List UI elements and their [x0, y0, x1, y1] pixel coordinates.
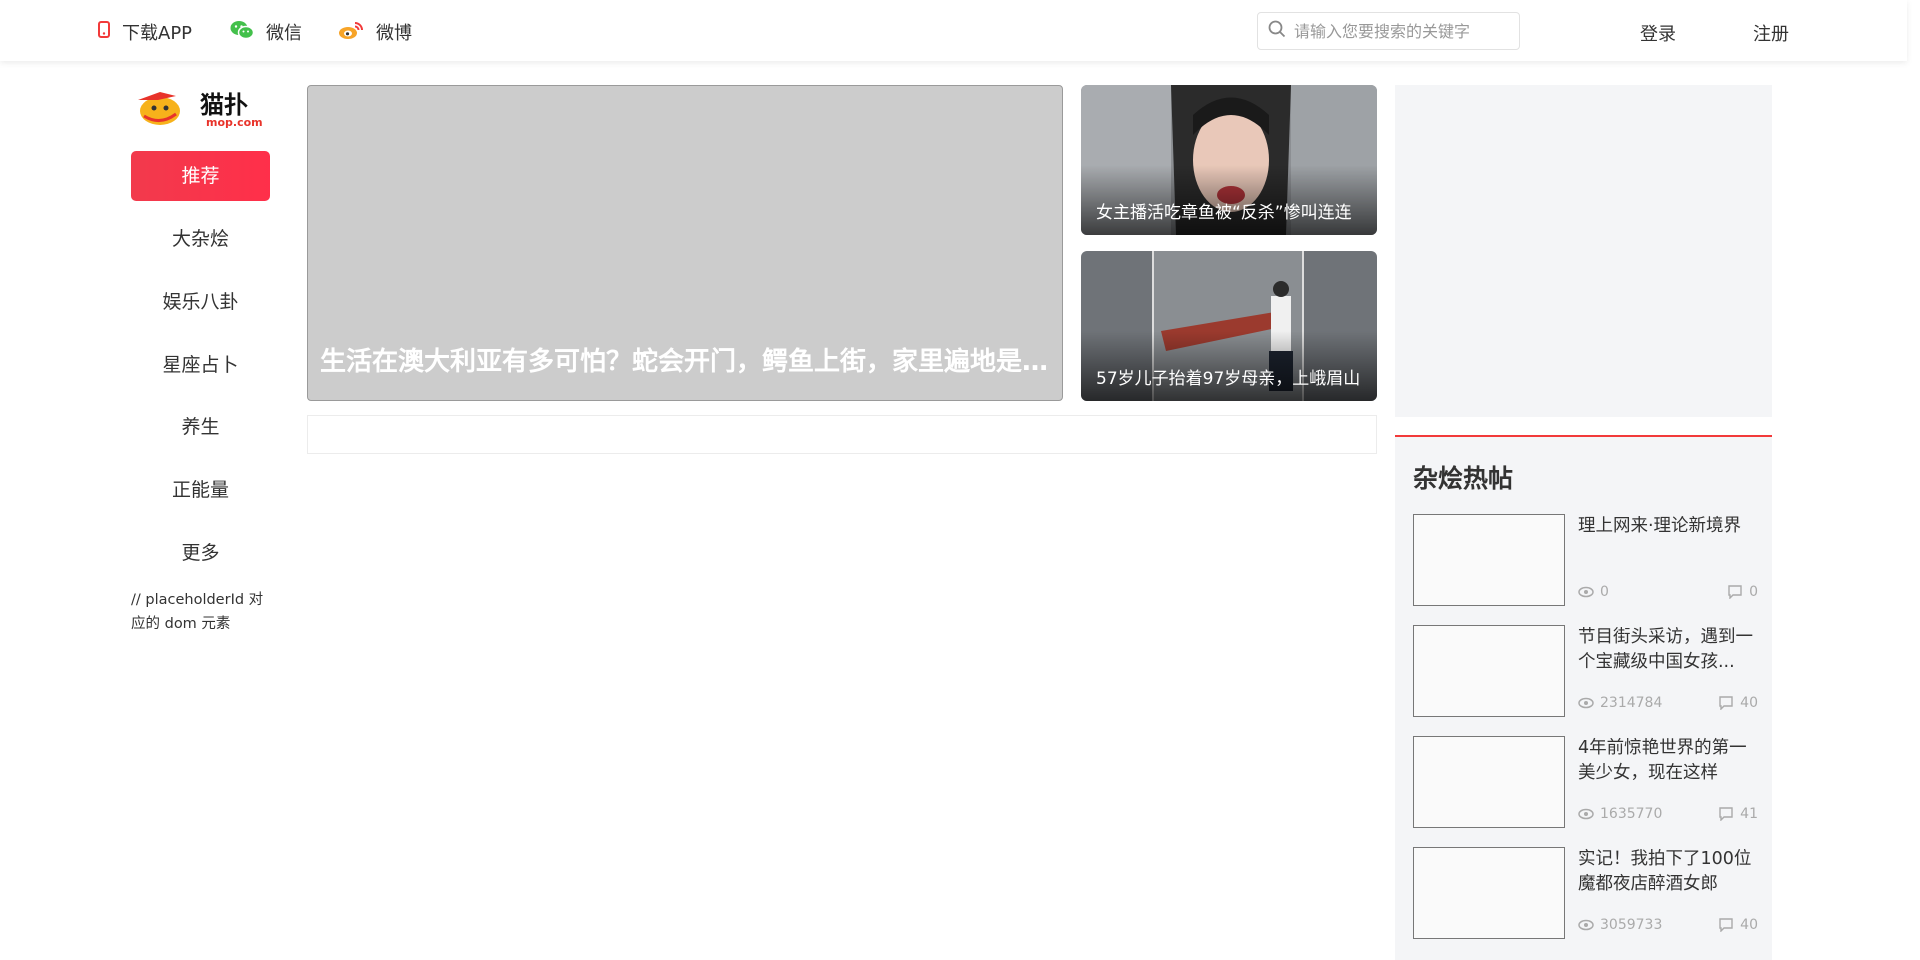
comment-icon	[1719, 807, 1733, 821]
comment-count-value: 40	[1740, 917, 1758, 933]
hot-post-thumbnail[interactable]	[1413, 736, 1565, 828]
eye-icon	[1578, 919, 1594, 931]
nav-item-health[interactable]: 养生	[131, 402, 270, 452]
nav-item-entertainment[interactable]: 娱乐八卦	[131, 277, 270, 327]
featured-side-title[interactable]: 57岁儿子抬着97岁母亲，上峨眉山	[1096, 364, 1362, 389]
view-count-value: 0	[1600, 584, 1609, 600]
hot-post-meta: 2314784 40	[1578, 695, 1758, 715]
view-count-value: 3059733	[1600, 917, 1663, 933]
wechat-link[interactable]: 微信	[230, 20, 302, 44]
hot-post-title[interactable]: 实记！我拍下了100位魔都夜店醉酒女郎	[1578, 847, 1758, 897]
search-box[interactable]	[1257, 12, 1520, 50]
hot-post-meta: 3059733 40	[1578, 917, 1758, 937]
hot-post-thumbnail[interactable]	[1413, 625, 1565, 717]
view-count: 3059733	[1578, 917, 1662, 933]
featured-side-card[interactable]: 女主播活吃章鱼被“反杀”惨叫连连	[1081, 85, 1377, 235]
comment-count: 41	[1718, 806, 1758, 822]
weibo-link[interactable]: 微博	[338, 20, 412, 44]
nav-item-dazahui[interactable]: 大杂烩	[131, 214, 270, 264]
nav-item-recommend[interactable]: 推荐	[131, 151, 270, 201]
hot-posts-panel: 杂烩热帖 理上网来·理论新境界 0 0 节目街头采访，遇到一个宝藏级中国女孩..…	[1395, 435, 1772, 960]
logo-subtext: mop.com	[206, 116, 263, 129]
search-icon	[1268, 20, 1286, 42]
hot-post-title[interactable]: 4年前惊艳世界的第一美少女，现在这样	[1578, 736, 1758, 786]
featured-side-card[interactable]: 57岁儿子抬着97岁母亲，上峨眉山	[1081, 251, 1377, 401]
weibo-icon	[338, 20, 364, 45]
search-input[interactable]	[1294, 21, 1514, 41]
view-count: 0	[1578, 584, 1609, 600]
hot-post-title[interactable]: 理上网来·理论新境界	[1578, 514, 1758, 539]
login-link[interactable]: 登录	[1640, 20, 1676, 46]
register-link[interactable]: 注册	[1753, 20, 1789, 46]
top-bar: 下载APP 微信 微博 登录 注册	[0, 0, 1907, 61]
comment-count: 0	[1727, 584, 1758, 600]
view-count: 1635770	[1578, 806, 1662, 822]
wechat-icon	[230, 20, 255, 45]
view-count-value: 1635770	[1600, 806, 1663, 822]
hot-post-item[interactable]: 节目街头采访，遇到一个宝藏级中国女孩... 2314784 40	[1413, 625, 1758, 717]
weibo-label: 微博	[376, 23, 412, 44]
nav-item-positive-energy[interactable]: 正能量	[131, 465, 270, 515]
nav-item-horoscope[interactable]: 星座占卜	[131, 340, 270, 390]
comment-count: 40	[1718, 917, 1758, 933]
hot-post-thumbnail[interactable]	[1413, 514, 1565, 606]
view-count: 2314784	[1578, 695, 1662, 711]
comment-icon	[1728, 585, 1742, 599]
hot-post-meta: 0 0	[1578, 584, 1758, 604]
hot-post-item[interactable]: 4年前惊艳世界的第一美少女，现在这样 1635770 41	[1413, 736, 1758, 828]
hot-post-item[interactable]: 实记！我拍下了100位魔都夜店醉酒女郎 3059733 40	[1413, 847, 1758, 939]
nav-item-more[interactable]: 更多	[131, 528, 270, 578]
placeholder-note: // placeholderId 对应的 dom 元素	[131, 592, 264, 632]
wechat-label: 微信	[266, 23, 302, 44]
view-count-value: 2314784	[1600, 695, 1663, 711]
site-logo[interactable]: 猫扑 mop.com	[130, 86, 272, 130]
comment-count-value: 40	[1740, 695, 1758, 711]
content-strip	[307, 415, 1377, 454]
logo-text: 猫扑	[200, 91, 248, 119]
download-app-label: 下载APP	[122, 23, 193, 44]
eye-icon	[1578, 586, 1594, 598]
comment-icon	[1719, 918, 1733, 932]
ad-placeholder	[1395, 85, 1772, 417]
hot-post-thumbnail[interactable]	[1413, 847, 1565, 939]
phone-icon	[98, 21, 110, 43]
eye-icon	[1578, 697, 1594, 709]
hot-posts-title: 杂烩热帖	[1413, 464, 1514, 493]
comment-count-value: 41	[1740, 806, 1758, 822]
comment-icon	[1719, 696, 1733, 710]
comment-count-value: 0	[1749, 584, 1758, 600]
featured-side-title[interactable]: 女主播活吃章鱼被“反杀”惨叫连连	[1096, 198, 1362, 223]
hot-post-meta: 1635770 41	[1578, 806, 1758, 826]
download-app-link[interactable]: 下载APP	[98, 20, 192, 44]
hot-post-title[interactable]: 节目街头采访，遇到一个宝藏级中国女孩...	[1578, 625, 1758, 675]
eye-icon	[1578, 808, 1594, 820]
hot-post-item[interactable]: 理上网来·理论新境界 0 0	[1413, 514, 1758, 606]
featured-main-title[interactable]: 生活在澳大利亚有多可怕？蛇会开门，鳄鱼上街，家里遍地是蜘蛛	[320, 341, 1050, 378]
featured-main-card[interactable]: 生活在澳大利亚有多可怕？蛇会开门，鳄鱼上街，家里遍地是蜘蛛	[307, 85, 1063, 401]
comment-count: 40	[1718, 695, 1758, 711]
